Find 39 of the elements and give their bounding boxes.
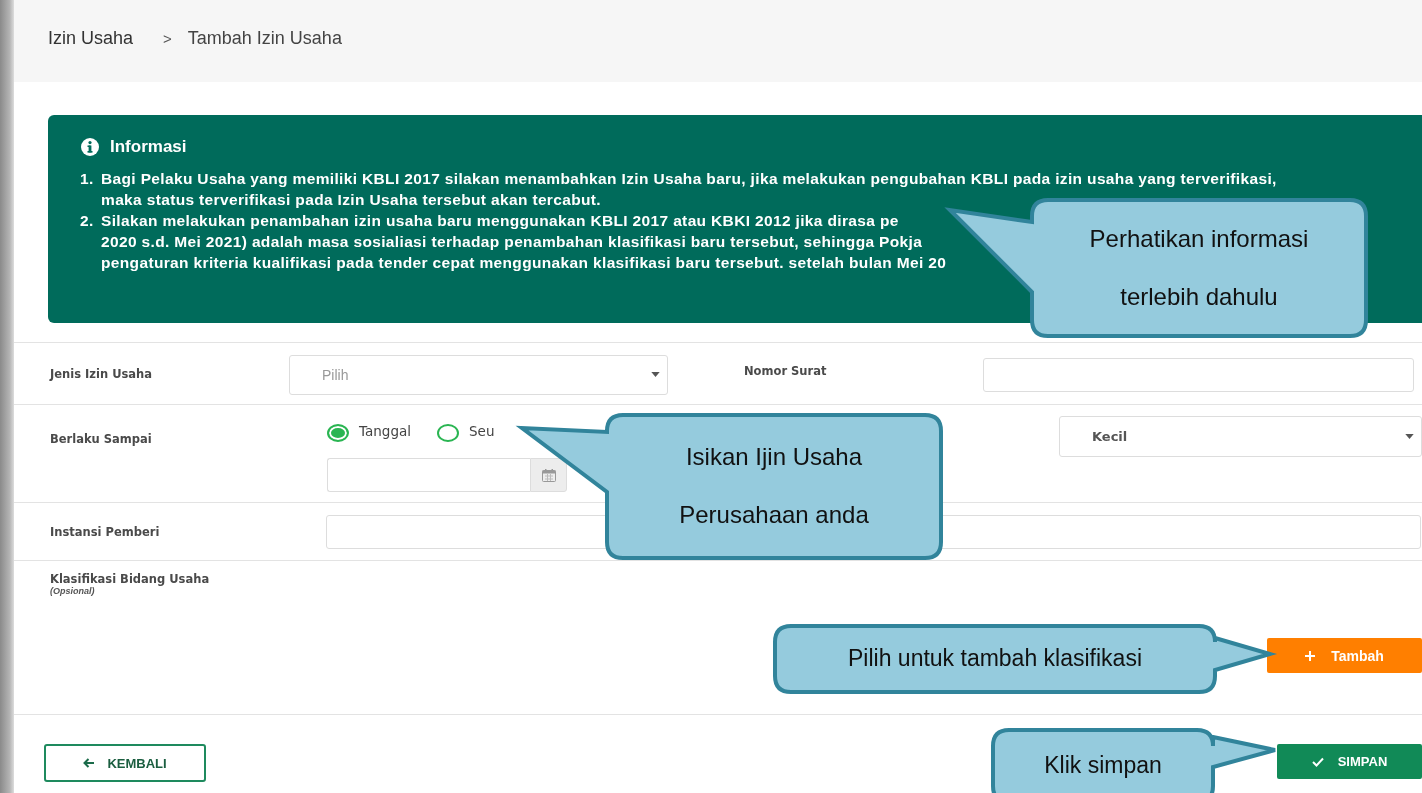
info-text: Bagi Pelaku Usaha yang memiliki KBLI 2017 silakan menambahkan Izin Usaha baru, jika melakukan pengubahan KBLI pada izin usaha yang terverifikasi, — [101, 169, 1277, 189]
breadcrumb-link[interactable]: Izin Usaha — [48, 27, 134, 49]
date-field[interactable] — [327, 458, 530, 492]
input-field[interactable] — [983, 357, 1414, 392]
field-label: Klasifikasi Bidang Usaha — [50, 572, 210, 586]
callout-text: Perusahaan anda — [679, 501, 869, 530]
back-button[interactable]: KEMBALI — [44, 744, 206, 782]
check-icon — [1311, 756, 1324, 767]
field-label: Jenis Izin Usaha — [50, 366, 154, 381]
info-text: 2020 s.d. Mei 2021) adalah masa sosialiasi terhadap penambahan klasifikasi baru tersebut, sehingga Pokja — [101, 232, 924, 252]
info-text: pengaturan kriteria kualifikasi pada tender cepat menggunakan klasifikasi baru tersebut. setelah bulan Mei 20 — [101, 253, 947, 273]
radio-button[interactable] — [327, 424, 349, 442]
field-label: Nomor Surat — [744, 363, 828, 378]
field-label: Berlaku Sampai — [50, 432, 153, 448]
select-field[interactable]: Kecil — [1059, 416, 1422, 457]
info-title: Informasi — [110, 137, 187, 157]
field-label: Instansi Pemberi — [50, 524, 161, 539]
callout-text: Perhatikan informasi — [1089, 224, 1309, 254]
caret-icon — [651, 372, 660, 377]
plus-icon — [1305, 650, 1316, 661]
caret-icon — [1405, 434, 1414, 439]
info-icon — [80, 137, 100, 157]
arrow-left-icon — [83, 758, 96, 768]
radio-label: Seu — [469, 423, 495, 439]
callout-text: Isikan Ijin Usaha — [685, 443, 863, 472]
info-text: maka status terverifikasi pada Izin Usaha tersebut akan tercabut. — [101, 190, 602, 210]
calendar-icon — [541, 468, 556, 482]
info-text: Silakan melakukan penambahan izin usaha baru menggunakan KBLI 2017 atau KBKI 2012 jika dirasa pe — [101, 211, 900, 231]
callout-text: Klik simpan — [1044, 752, 1162, 780]
item-number: 1. — [80, 169, 95, 189]
callout-text: Pilih untuk tambah klasifikasi — [848, 645, 1142, 673]
save-button[interactable]: SIMPAN — [1277, 744, 1422, 779]
radio-label: Tanggal — [359, 423, 411, 439]
callout-text: terlebih dahulu — [1120, 282, 1278, 312]
calendar-button[interactable] — [530, 458, 567, 492]
item-number: 2. — [80, 211, 95, 231]
optional-note: (Opsional) — [50, 586, 96, 596]
breadcrumb-separator: > — [163, 29, 172, 47]
radio-button[interactable] — [437, 424, 459, 442]
